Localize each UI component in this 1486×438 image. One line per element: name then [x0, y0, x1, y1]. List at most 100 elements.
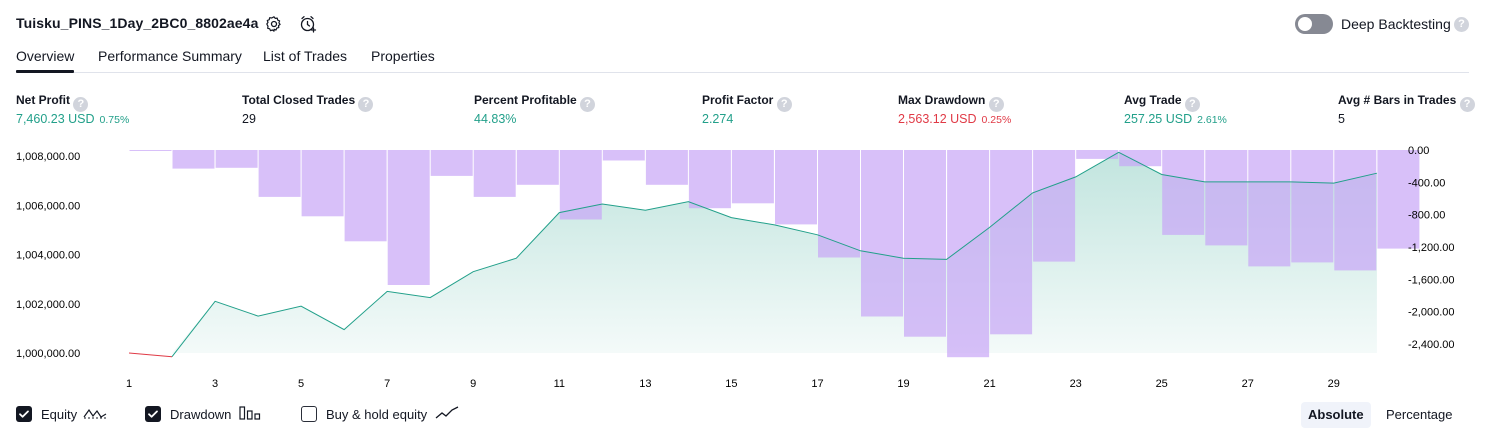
y-left-tick-label: 1,000,000.00 — [16, 348, 80, 360]
tab-performance-summary[interactable]: Performance Summary — [98, 48, 242, 64]
drawdown-bar — [1033, 150, 1076, 262]
drawdown-bar — [473, 150, 516, 197]
stat-profit-factor-label: Profit Factor ? — [702, 93, 792, 112]
stat-avg-trade-label: Avg Trade ? — [1124, 93, 1200, 112]
active-tab-indicator — [16, 70, 74, 73]
x-tick-label: 1 — [126, 378, 132, 390]
tab-properties[interactable]: Properties — [371, 48, 435, 64]
y-left-tick-label: 1,008,000.00 — [16, 151, 80, 163]
stat-total-closed-trades-value: 29 — [242, 112, 256, 126]
tabs-divider — [16, 72, 1469, 73]
drawdown-bar — [818, 150, 860, 258]
y-left-tick-label: 1,004,000.00 — [16, 250, 80, 262]
drawdown-checkbox[interactable] — [145, 406, 161, 422]
drawdown-bar — [1291, 150, 1334, 263]
stat-avg-bars-value: 5 — [1338, 112, 1345, 126]
drawdown-bar — [430, 150, 473, 176]
drawdown-bar — [1248, 150, 1291, 267]
stat-avg-bars-label: Avg # Bars in Trades ? — [1338, 93, 1475, 112]
drawdown-bar — [688, 150, 731, 209]
drawdown-bar — [387, 150, 430, 285]
x-tick-label: 5 — [298, 378, 304, 390]
drawdown-bar — [904, 150, 946, 337]
y-right-tick-label: -800.00 — [1408, 210, 1445, 222]
drawdown-bar — [775, 150, 817, 225]
drawdown-bar — [731, 150, 774, 204]
y-right-tick-label: -2,000.00 — [1408, 307, 1454, 319]
x-tick-label: 3 — [212, 378, 218, 390]
x-tick-label: 15 — [725, 378, 737, 390]
drawdown-bar — [645, 150, 688, 185]
legend-buy-hold-label: Buy & hold equity — [326, 406, 428, 422]
y-axis-left: 1,008,000.00 1,006,000.00 1,004,000.00 1,00… — [16, 151, 80, 360]
absolute-mode-button[interactable]: Absolute — [1301, 402, 1371, 428]
stat-max-drawdown-value: 2,563.12 USD 0.25% — [898, 112, 1012, 126]
y-right-tick-label: -1,200.00 — [1408, 242, 1454, 254]
drawdown-bar — [1162, 150, 1205, 235]
x-axis: 1 3 5 7 9 11 13 15 17 19 21 23 25 27 29 — [126, 378, 1340, 390]
total-closed-trades-help-icon[interactable]: ? — [358, 97, 374, 112]
percentage-mode-button[interactable]: Percentage — [1379, 402, 1460, 428]
x-tick-label: 23 — [1070, 378, 1082, 390]
equity-line-icon — [83, 405, 107, 424]
drawdown-bar — [301, 150, 344, 217]
stat-profit-factor-value: 2.274 — [702, 112, 734, 126]
stat-avg-trade-value: 257.25 USD 2.61% — [1124, 112, 1227, 126]
x-tick-label: 29 — [1328, 378, 1340, 390]
stat-total-closed-trades-label: Total Closed Trades ? — [242, 93, 374, 112]
drawdown-bar — [215, 150, 258, 168]
equity-checkbox[interactable] — [16, 406, 32, 422]
toggle-knob — [1298, 17, 1312, 31]
x-tick-label: 27 — [1242, 378, 1254, 390]
x-tick-label: 11 — [554, 378, 565, 390]
drawdown-bar — [1334, 150, 1377, 271]
x-tick-label: 19 — [897, 378, 909, 390]
y-left-tick-label: 1,002,000.00 — [16, 299, 80, 311]
tab-overview[interactable]: Overview — [16, 48, 74, 64]
drawdown-bar — [861, 150, 903, 317]
drawdown-bar — [516, 150, 559, 185]
add-alert-clock-icon[interactable] — [299, 15, 317, 33]
drawdown-bar — [1205, 150, 1248, 246]
y-right-tick-label: -400.00 — [1408, 177, 1445, 189]
stat-net-profit-label: Net Profit ? — [16, 93, 89, 112]
profit-factor-help-icon[interactable]: ? — [776, 97, 792, 112]
y-left-tick-label: 1,006,000.00 — [16, 200, 80, 212]
drawdown-bar — [129, 150, 172, 151]
buy-hold-checkbox[interactable] — [301, 406, 317, 422]
stat-percent-profitable-label: Percent Profitable ? — [474, 93, 596, 112]
avg-bars-help-icon[interactable]: ? — [1459, 97, 1475, 112]
deep-backtesting-help-icon[interactable]: ? — [1454, 17, 1469, 32]
stat-percent-profitable-value: 44.83% — [474, 112, 517, 126]
drawdown-bar — [258, 150, 301, 197]
settings-gear-icon[interactable] — [265, 15, 283, 33]
drawdown-bar — [990, 150, 1033, 335]
tab-list-of-trades[interactable]: List of Trades — [263, 48, 347, 64]
drawdown-bar — [1076, 150, 1119, 159]
percent-profitable-help-icon[interactable]: ? — [580, 97, 596, 112]
deep-backtesting-label: Deep Backtesting — [1341, 16, 1451, 32]
x-tick-label: 7 — [384, 378, 390, 390]
legend-buy-hold-toggle[interactable]: Buy & hold equity — [301, 404, 459, 424]
legend-drawdown-toggle[interactable]: Drawdown — [145, 404, 261, 424]
deep-backtesting-toggle[interactable] — [1295, 14, 1333, 34]
y-right-tick-label: -1,600.00 — [1408, 274, 1454, 286]
legend-equity-toggle[interactable]: Equity — [16, 404, 107, 424]
x-tick-label: 13 — [639, 378, 651, 390]
avg-trade-help-icon[interactable]: ? — [1184, 97, 1200, 112]
strategy-title: Tuisku_PINS_1Day_2BC0_8802ae4a — [16, 15, 259, 31]
max-drawdown-help-icon[interactable]: ? — [988, 97, 1004, 112]
drawdown-bar — [602, 150, 645, 161]
x-tick-label: 25 — [1156, 378, 1168, 390]
stat-net-profit-value: 7,460.23 USD 0.75% — [16, 112, 130, 126]
legend-drawdown-label: Drawdown — [170, 406, 232, 422]
drawdown-bars-icon — [239, 405, 261, 424]
net-profit-help-icon[interactable]: ? — [73, 97, 89, 112]
equity-drawdown-chart: 1,008,000.00 1,006,000.00 1,004,000.00 1,00… — [16, 145, 1454, 390]
stat-max-drawdown-label: Max Drawdown ? — [898, 93, 1004, 112]
legend-equity-label: Equity — [41, 406, 78, 422]
x-tick-label: 21 — [983, 378, 995, 390]
drawdown-bar — [1377, 150, 1420, 249]
equity-line-below-start — [128, 352, 173, 358]
drawdown-bar — [559, 150, 602, 220]
